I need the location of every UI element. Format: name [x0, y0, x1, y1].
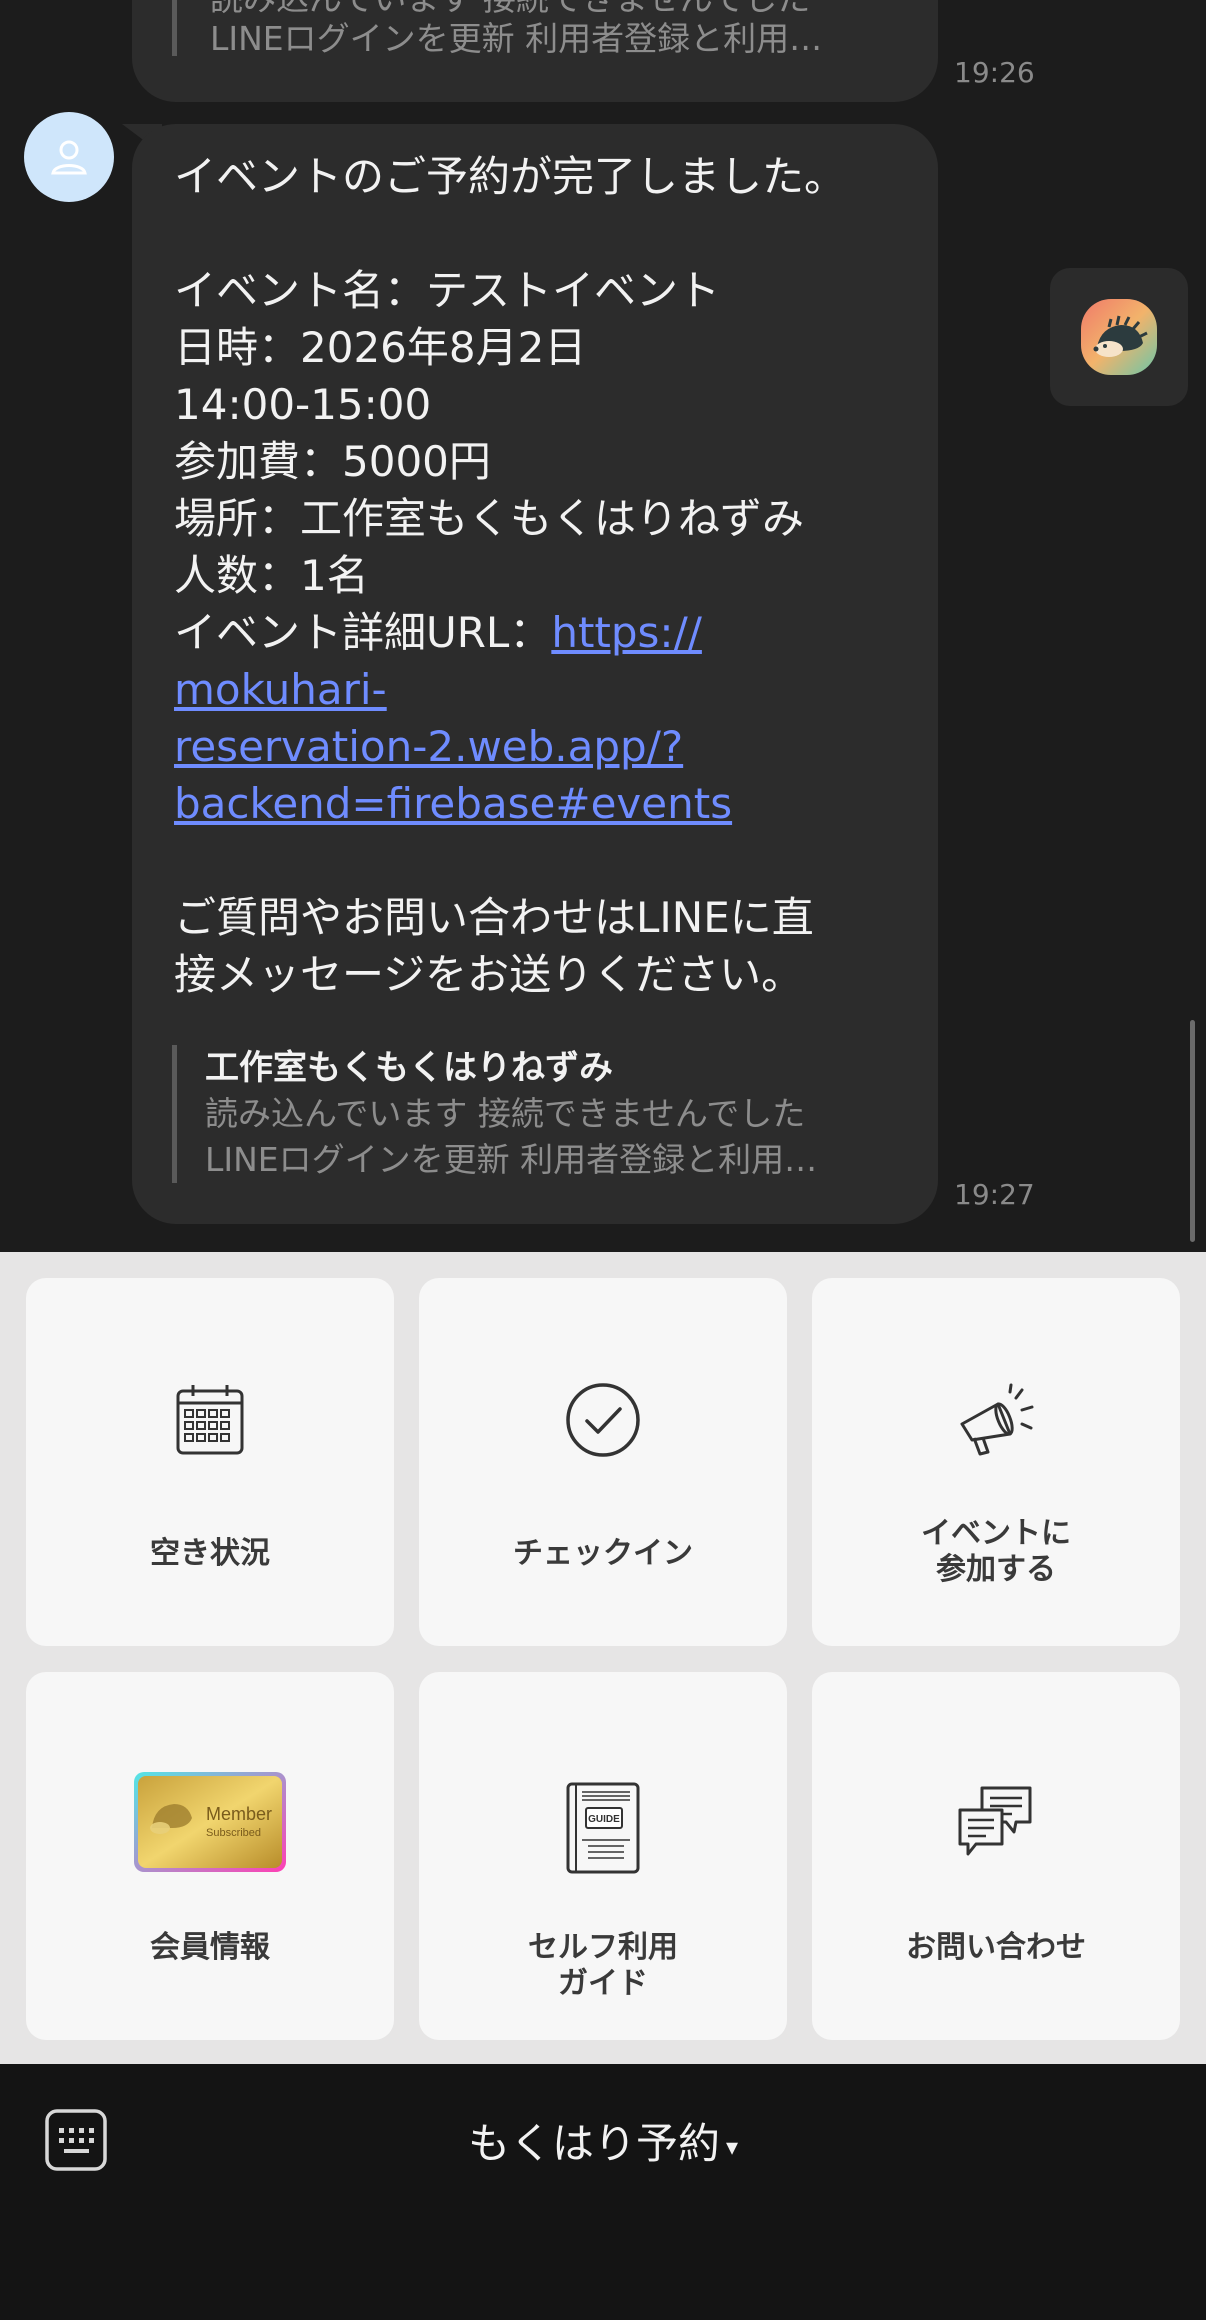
guide-book-text: GUIDE: [588, 1814, 620, 1825]
message-line-place: 場所：工作室もくもくはりねずみ: [174, 494, 805, 543]
megaphone-icon: [960, 1383, 1034, 1456]
check-circle-icon: [566, 1383, 640, 1457]
calendar-icon: [176, 1385, 244, 1455]
menu-tile-member-info[interactable]: Member Subscribed 会員情報: [26, 1672, 394, 2040]
guide-book-icon: GUIDE: [566, 1782, 640, 1874]
menu-tile-join-event-label: イベントに 参加する: [921, 1516, 1071, 1587]
sender-avatar[interactable]: [24, 112, 114, 202]
rich-menu-title: もくはり予約: [467, 2119, 720, 2168]
event-link-part-1: https://: [551, 608, 702, 657]
message-line-intro: イベントのご予約が完了しました。: [174, 152, 847, 201]
chevron-down-icon: ▾: [725, 2132, 739, 2161]
bottom-bar: もくはり予約 ▾: [0, 2064, 1206, 2320]
user-icon: [51, 140, 87, 175]
message-line-event-name: イベント名：テストイベント: [174, 266, 721, 315]
message-closing-line-1: ご質問やお問い合わせはLINEに直: [174, 893, 814, 942]
menu-tile-contact[interactable]: お問い合わせ: [812, 1672, 1180, 2040]
link-preview-desc-line2: LINEログインを更新 利用者登録と利用…: [205, 1140, 818, 1179]
menu-tile-checkin-label: チェックイン: [513, 1536, 693, 1571]
event-link-part-4: backend=firebase#events: [174, 779, 733, 828]
hedgehog-icon: [1081, 299, 1157, 375]
event-link-part-3: reservation-2.web.app/?: [174, 722, 684, 771]
link-preview-desc-line1: 読み込んでいます 接続できませんでした: [205, 1094, 806, 1133]
previous-preview-desc-line2: LINEログインを更新 利用者登録と利用…: [210, 19, 823, 58]
menu-tile-member-info-label: 会員情報: [150, 1930, 270, 1965]
message-text: イベントのご予約が完了しました。 イベント名：テストイベント 日時：2026年8…: [174, 148, 894, 1003]
previous-link-preview[interactable]: 読み込んでいます 接続できませんでした LINEログインを更新 利用者登録と利用…: [172, 0, 902, 58]
menu-tile-self-guide[interactable]: GUIDE セルフ利用 ガイド: [419, 1672, 787, 2040]
menu-tile-availability[interactable]: 空き状況: [26, 1278, 394, 1646]
link-preview[interactable]: 工作室もくもくはりねずみ 読み込んでいます 接続できませんでした LINEログイ…: [172, 1045, 902, 1183]
menu-tile-contact-label: お問い合わせ: [906, 1930, 1086, 1965]
message-line-people: 人数：1名: [174, 551, 369, 600]
menu-tile-join-event[interactable]: イベントに 参加する: [812, 1278, 1180, 1646]
previous-message-time: 19:26: [954, 56, 1035, 89]
message-time: 19:27: [954, 1178, 1035, 1211]
menu-tile-checkin[interactable]: チェックイン: [419, 1278, 787, 1646]
message-line-fee: 参加費：5000円: [174, 437, 491, 486]
message-closing-line-2: 接メッセージをお送りください。: [174, 950, 804, 999]
hedgehog-app-button[interactable]: [1050, 268, 1188, 406]
rich-menu: 空き状況 チェックイン イベントに 参加する Member Subscribed…: [0, 1252, 1206, 2064]
rich-menu-toggle[interactable]: もくはり予約 ▾: [0, 2110, 1206, 2171]
message-url-label: イベント詳細URL：: [174, 608, 552, 657]
member-card-subtext: Subscribed: [206, 1827, 261, 1839]
menu-tile-availability-label: 空き状況: [150, 1536, 270, 1571]
link-preview-title: 工作室もくもくはりねずみ: [205, 1048, 613, 1088]
event-link-part-2: mokuhari-: [174, 665, 387, 714]
message-line-time: 14:00-15:00: [174, 380, 432, 429]
member-card-icon: Member Subscribed: [134, 1772, 286, 1872]
chat-area[interactable]: 読み込んでいます 接続できませんでした LINEログインを更新 利用者登録と利用…: [0, 0, 1206, 1252]
message-line-date: 日時：2026年8月2日: [174, 323, 587, 372]
chat-bubbles-icon: [958, 1786, 1032, 1856]
chat-scrollbar[interactable]: [1190, 1020, 1195, 1242]
member-card-text: Member: [206, 1804, 272, 1824]
menu-tile-self-guide-label: セルフ利用 ガイド: [528, 1930, 678, 2001]
